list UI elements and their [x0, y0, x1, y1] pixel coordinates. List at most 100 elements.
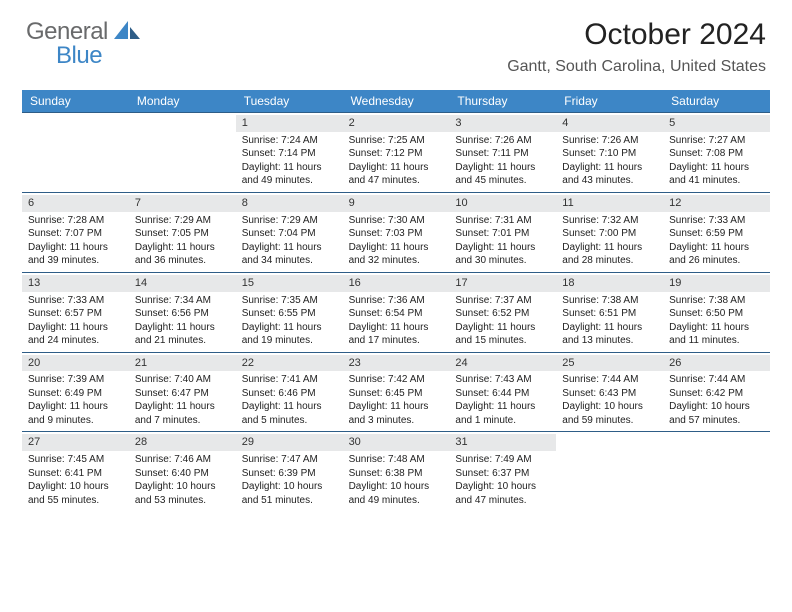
daylight-text: Daylight: 11 hours: [349, 321, 444, 335]
daylight-text: and 1 minute.: [455, 414, 550, 428]
daylight-text: Daylight: 11 hours: [28, 400, 123, 414]
dow-thursday: Thursday: [449, 90, 556, 112]
day-number: 26: [663, 355, 770, 372]
day-cell: 3Sunrise: 7:26 AMSunset: 7:11 PMDaylight…: [449, 113, 556, 192]
day-cell: 28Sunrise: 7:46 AMSunset: 6:40 PMDayligh…: [129, 432, 236, 511]
sunrise-text: Sunrise: 7:30 AM: [349, 214, 444, 228]
sunrise-text: Sunrise: 7:46 AM: [135, 453, 230, 467]
daylight-text: Daylight: 11 hours: [349, 161, 444, 175]
sunset-text: Sunset: 6:38 PM: [349, 467, 444, 481]
day-cell: 4Sunrise: 7:26 AMSunset: 7:10 PMDaylight…: [556, 113, 663, 192]
daylight-text: and 19 minutes.: [242, 334, 337, 348]
day-number: 29: [236, 434, 343, 451]
daylight-text: and 15 minutes.: [455, 334, 550, 348]
day-cell: 5Sunrise: 7:27 AMSunset: 7:08 PMDaylight…: [663, 113, 770, 192]
daylight-text: Daylight: 10 hours: [242, 480, 337, 494]
sunset-text: Sunset: 7:01 PM: [455, 227, 550, 241]
empty-cell: [663, 432, 770, 511]
sunrise-text: Sunrise: 7:38 AM: [669, 294, 764, 308]
daylight-text: and 9 minutes.: [28, 414, 123, 428]
daylight-text: and 28 minutes.: [562, 254, 657, 268]
daylight-text: and 5 minutes.: [242, 414, 337, 428]
week-row: 27 Sunrise: 7:45 AMSunset: 6:41 PM Dayligh…: [22, 431, 770, 511]
daylight-text: Daylight: 11 hours: [562, 241, 657, 255]
sunrise-text: Sunrise: 7:38 AM: [562, 294, 657, 308]
sunset-text: Sunset: 6:49 PM: [28, 387, 123, 401]
day-cell: 7Sunrise: 7:29 AMSunset: 7:05 PMDaylight…: [129, 193, 236, 272]
sunrise-text: Sunrise: 7:36 AM: [349, 294, 444, 308]
day-number: 22: [236, 355, 343, 372]
sunset-text: Sunset: 6:39 PM: [242, 467, 337, 481]
day-number: 28: [129, 434, 236, 451]
day-cell: 26Sunrise: 7:44 AMSunset: 6:42 PMDayligh…: [663, 353, 770, 432]
daylight-text: Daylight: 11 hours: [455, 400, 550, 414]
sunset-text: Sunset: 6:46 PM: [242, 387, 337, 401]
daylight-text: Daylight: 11 hours: [455, 161, 550, 175]
logo: General Blue: [26, 18, 140, 70]
sunrise-text: Sunrise: 7:42 AM: [349, 373, 444, 387]
sunset-text: Sunset: 7:05 PM: [135, 227, 230, 241]
sunrise-text: Sunrise: 7:44 AM: [562, 373, 657, 387]
daylight-text: Daylight: 11 hours: [135, 241, 230, 255]
sunset-text: Sunset: 7:10 PM: [562, 147, 657, 161]
sunrise-text: Sunrise: 7:27 AM: [669, 134, 764, 148]
day-number: 7: [129, 195, 236, 212]
day-number: 3: [449, 115, 556, 132]
day-number: 5: [663, 115, 770, 132]
daylight-text: Daylight: 11 hours: [242, 400, 337, 414]
sunrise-text: Sunrise: 7:43 AM: [455, 373, 550, 387]
daylight-text: Daylight: 11 hours: [135, 321, 230, 335]
day-number: 1: [236, 115, 343, 132]
daylight-text: and 49 minutes.: [242, 174, 337, 188]
sunrise-text: Sunrise: 7:31 AM: [455, 214, 550, 228]
daylight-text: Daylight: 11 hours: [455, 241, 550, 255]
day-cell: 17Sunrise: 7:37 AMSunset: 6:52 PMDayligh…: [449, 273, 556, 352]
daylight-text: and 11 minutes.: [669, 334, 764, 348]
sunrise-text: Sunrise: 7:40 AM: [135, 373, 230, 387]
day-number: 8: [236, 195, 343, 212]
daylight-text: and 13 minutes.: [562, 334, 657, 348]
sunrise-text: Sunrise: 7:26 AM: [562, 134, 657, 148]
daylight-text: and 45 minutes.: [455, 174, 550, 188]
daylight-text: and 26 minutes.: [669, 254, 764, 268]
sunset-text: Sunset: 6:56 PM: [135, 307, 230, 321]
day-number: 6: [22, 195, 129, 212]
sunrise-text: Sunrise: 7:45 AM: [28, 453, 123, 467]
month-title: October 2024: [507, 18, 766, 52]
day-number: 19: [663, 275, 770, 292]
day-cell: 13Sunrise: 7:33 AMSunset: 6:57 PMDayligh…: [22, 273, 129, 352]
day-cell: 12Sunrise: 7:33 AMSunset: 6:59 PMDayligh…: [663, 193, 770, 272]
sunrise-text: Sunrise: 7:24 AM: [242, 134, 337, 148]
location-subtitle: Gantt, South Carolina, United States: [507, 58, 766, 76]
day-cell: 8Sunrise: 7:29 AMSunset: 7:04 PMDaylight…: [236, 193, 343, 272]
sunset-text: Sunset: 6:51 PM: [562, 307, 657, 321]
daylight-text: and 53 minutes.: [135, 494, 230, 508]
day-number: 21: [129, 355, 236, 372]
daylight-text: and 51 minutes.: [242, 494, 337, 508]
empty-cell: [556, 432, 663, 511]
day-number: 27: [22, 434, 129, 451]
day-number: 30: [343, 434, 450, 451]
sunset-text: Sunset: 6:42 PM: [669, 387, 764, 401]
sunset-text: Sunset: 6:41 PM: [28, 467, 123, 481]
day-cell: 11Sunrise: 7:32 AMSunset: 7:00 PMDayligh…: [556, 193, 663, 272]
daylight-text: and 17 minutes.: [349, 334, 444, 348]
sunset-text: Sunset: 6:50 PM: [669, 307, 764, 321]
daylight-text: Daylight: 10 hours: [135, 480, 230, 494]
daylight-text: Daylight: 11 hours: [28, 321, 123, 335]
day-cell: 25Sunrise: 7:44 AMSunset: 6:43 PMDayligh…: [556, 353, 663, 432]
day-cell: 30Sunrise: 7:48 AMSunset: 6:38 PMDayligh…: [343, 432, 450, 511]
day-cell: 18Sunrise: 7:38 AMSunset: 6:51 PMDayligh…: [556, 273, 663, 352]
daylight-text: Daylight: 11 hours: [242, 161, 337, 175]
daylight-text: Daylight: 10 hours: [455, 480, 550, 494]
sunrise-text: Sunrise: 7:44 AM: [669, 373, 764, 387]
daylight-text: Daylight: 11 hours: [669, 241, 764, 255]
empty-cell: [22, 113, 129, 192]
sunrise-text: Sunrise: 7:37 AM: [455, 294, 550, 308]
sunrise-text: Sunrise: 7:48 AM: [349, 453, 444, 467]
sunrise-text: Sunrise: 7:32 AM: [562, 214, 657, 228]
daylight-text: Daylight: 11 hours: [242, 321, 337, 335]
daylight-text: Daylight: 11 hours: [669, 321, 764, 335]
daylight-text: Daylight: 11 hours: [349, 241, 444, 255]
header: General Blue October 2024 Gantt, South C…: [0, 0, 792, 82]
